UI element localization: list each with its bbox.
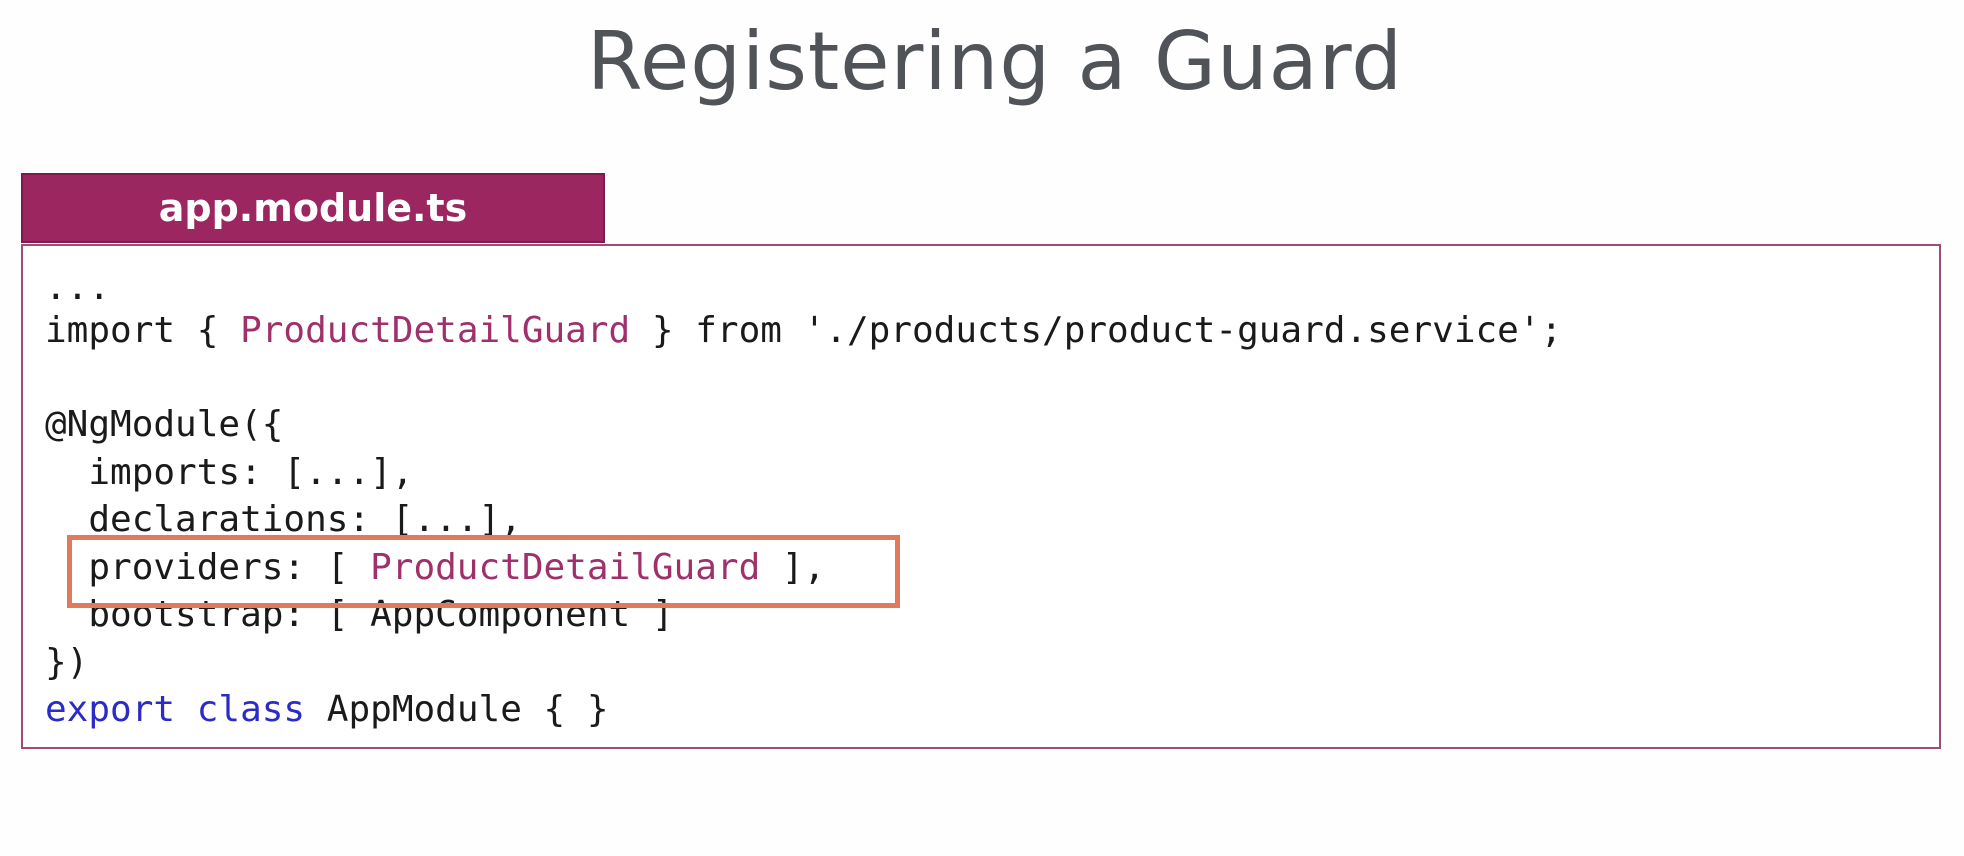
import-prefix: import { xyxy=(45,310,241,351)
code-line-ngmodule: @NgModule({ xyxy=(45,404,284,445)
code-line-import: import { ProductDetailGuard } from './pr… xyxy=(45,309,1562,353)
code-panel: ... import { ProductDetailGuard } from '… xyxy=(21,244,1941,749)
export-keyword: export xyxy=(45,689,176,730)
file-tab-label: app.module.ts xyxy=(158,186,468,230)
class-keyword: class xyxy=(196,689,306,730)
import-suffix: } from './products/product-guard.service… xyxy=(630,310,1563,351)
export-class-rest: AppModule { } xyxy=(326,689,609,730)
code-line-export: export class AppModule { } xyxy=(45,688,609,732)
providers-highlight-box xyxy=(67,535,900,608)
file-tab: app.module.ts xyxy=(21,173,605,243)
code-line-imports: imports: [...], xyxy=(45,452,414,493)
slide: Registering a Guard app.module.ts ... im… xyxy=(0,0,1964,856)
code-line-close: }) xyxy=(45,642,89,683)
slide-title: Registering a Guard xyxy=(587,15,1403,108)
import-class-name: ProductDetailGuard xyxy=(240,310,631,351)
code-line-ellipsis: ... xyxy=(45,267,111,308)
